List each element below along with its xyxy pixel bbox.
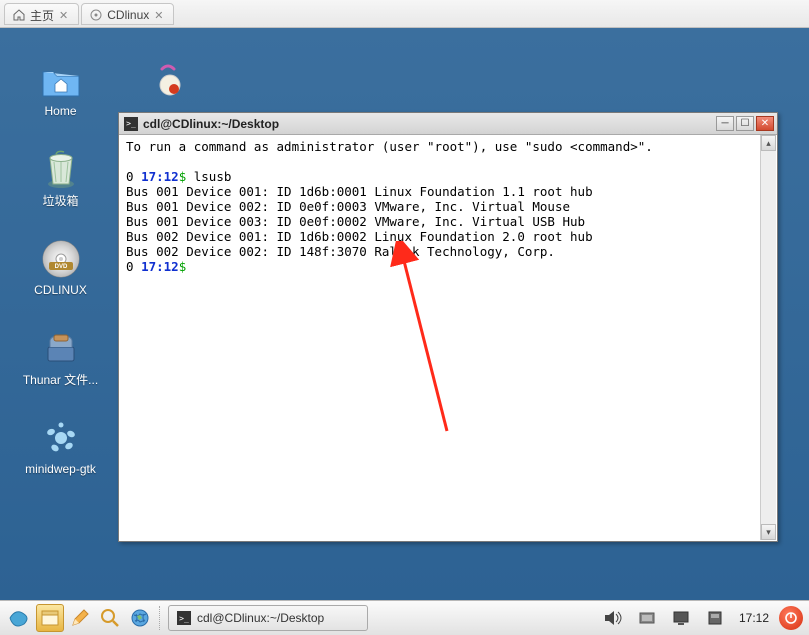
desktop-icon-label: minidwep-gtk <box>25 462 96 476</box>
taskbar-window-button[interactable]: >_ cdl@CDlinux:~/Desktop <box>168 605 368 631</box>
terminal-scrollbar[interactable]: ▴ ▾ <box>760 135 776 540</box>
dvd-icon: DVD <box>39 239 83 279</box>
scroll-down-button[interactable]: ▾ <box>761 524 776 540</box>
desktop-icon-label: CDLINUX <box>34 283 87 297</box>
bell-icon <box>150 63 186 99</box>
terminal-line: Bus 001 Device 002: ID 0e0f:0003 VMware,… <box>126 199 770 214</box>
scroll-up-button[interactable]: ▴ <box>761 135 776 151</box>
desktop[interactable]: Home 垃圾箱 DVD CDLINUX Thunar 文件... minidw… <box>0 28 809 600</box>
desktop-icon-minidwep[interactable]: minidwep-gtk <box>18 418 103 476</box>
tab-home[interactable]: 主页 ✕ <box>4 3 79 25</box>
taskbar-launchers: >_ cdl@CDlinux:~/Desktop <box>6 604 368 632</box>
tab-label: 主页 <box>30 7 54 24</box>
desktop-icon-label: Home <box>44 104 76 118</box>
show-desktop-button[interactable] <box>36 604 64 632</box>
launcher-magnifier[interactable] <box>96 604 124 632</box>
taskbar-separator <box>159 606 163 630</box>
clock[interactable]: 17:12 <box>735 611 773 625</box>
terminal-prompt-line: 0 17:12$ <box>126 259 770 274</box>
launcher-pencil[interactable] <box>66 604 94 632</box>
window-titlebar[interactable]: cdl@CDlinux:~/Desktop ─ ☐ ✕ <box>119 113 777 135</box>
disc-icon <box>90 9 102 21</box>
folder-home-icon <box>39 60 83 100</box>
taskbar-tray: 17:12 <box>599 604 803 632</box>
file-manager-icon <box>39 327 83 367</box>
desktop-icon-trash[interactable]: 垃圾箱 <box>18 148 103 209</box>
desktop-icons-column: Home 垃圾箱 DVD CDLINUX Thunar 文件... minidw… <box>18 60 103 476</box>
home-icon <box>13 9 25 21</box>
splash-icon <box>39 418 83 458</box>
taskbar: >_ cdl@CDlinux:~/Desktop 17:12 <box>0 600 809 635</box>
tray-icon-3[interactable] <box>701 604 729 632</box>
desktop-icon-cdlinux[interactable]: DVD CDLINUX <box>18 239 103 297</box>
close-button[interactable]: ✕ <box>756 116 774 131</box>
terminal-line: Bus 002 Device 001: ID 1d6b:0002 Linux F… <box>126 229 770 244</box>
tab-label: CDlinux <box>107 8 149 22</box>
tab-close-icon[interactable]: ✕ <box>154 9 163 22</box>
power-button[interactable] <box>779 606 803 630</box>
terminal-prompt-line: 0 17:12$ lsusb <box>126 169 770 184</box>
tray-icon-2[interactable] <box>667 604 695 632</box>
minimize-button[interactable]: ─ <box>716 116 734 131</box>
tray-icon-1[interactable] <box>633 604 661 632</box>
browser-tab-bar: 主页 ✕ CDlinux ✕ <box>0 0 809 28</box>
window-title: cdl@CDlinux:~/Desktop <box>143 117 714 131</box>
desktop-icon-label: 垃圾箱 <box>42 192 78 209</box>
terminal-line: To run a command as administrator (user … <box>126 139 770 154</box>
svg-text:DVD: DVD <box>54 264 67 270</box>
terminal-window: cdl@CDlinux:~/Desktop ─ ☐ ✕ To run a com… <box>118 112 778 542</box>
terminal-icon: >_ <box>177 611 191 625</box>
desktop-icon-unknown[interactable] <box>150 63 186 102</box>
terminal-line <box>126 154 770 169</box>
desktop-icon-label: Thunar 文件... <box>23 371 98 388</box>
app-menu-button[interactable] <box>6 604 34 632</box>
terminal-body[interactable]: To run a command as administrator (user … <box>120 135 776 540</box>
terminal-line: Bus 001 Device 001: ID 1d6b:0001 Linux F… <box>126 184 770 199</box>
tab-cdlinux[interactable]: CDlinux ✕ <box>81 3 174 25</box>
launcher-globe[interactable] <box>126 604 154 632</box>
tab-close-icon[interactable]: ✕ <box>59 9 68 22</box>
terminal-line: Bus 001 Device 003: ID 0e0f:0002 VMware,… <box>126 214 770 229</box>
scroll-track[interactable] <box>761 151 776 524</box>
volume-icon[interactable] <box>599 604 627 632</box>
maximize-button[interactable]: ☐ <box>736 116 754 131</box>
trash-icon <box>39 148 83 188</box>
terminal-line: Bus 002 Device 002: ID 148f:3070 Ralink … <box>126 244 770 259</box>
terminal-icon <box>124 117 138 131</box>
desktop-icon-thunar[interactable]: Thunar 文件... <box>18 327 103 388</box>
taskbar-window-label: cdl@CDlinux:~/Desktop <box>197 611 324 625</box>
desktop-icon-home[interactable]: Home <box>18 60 103 118</box>
